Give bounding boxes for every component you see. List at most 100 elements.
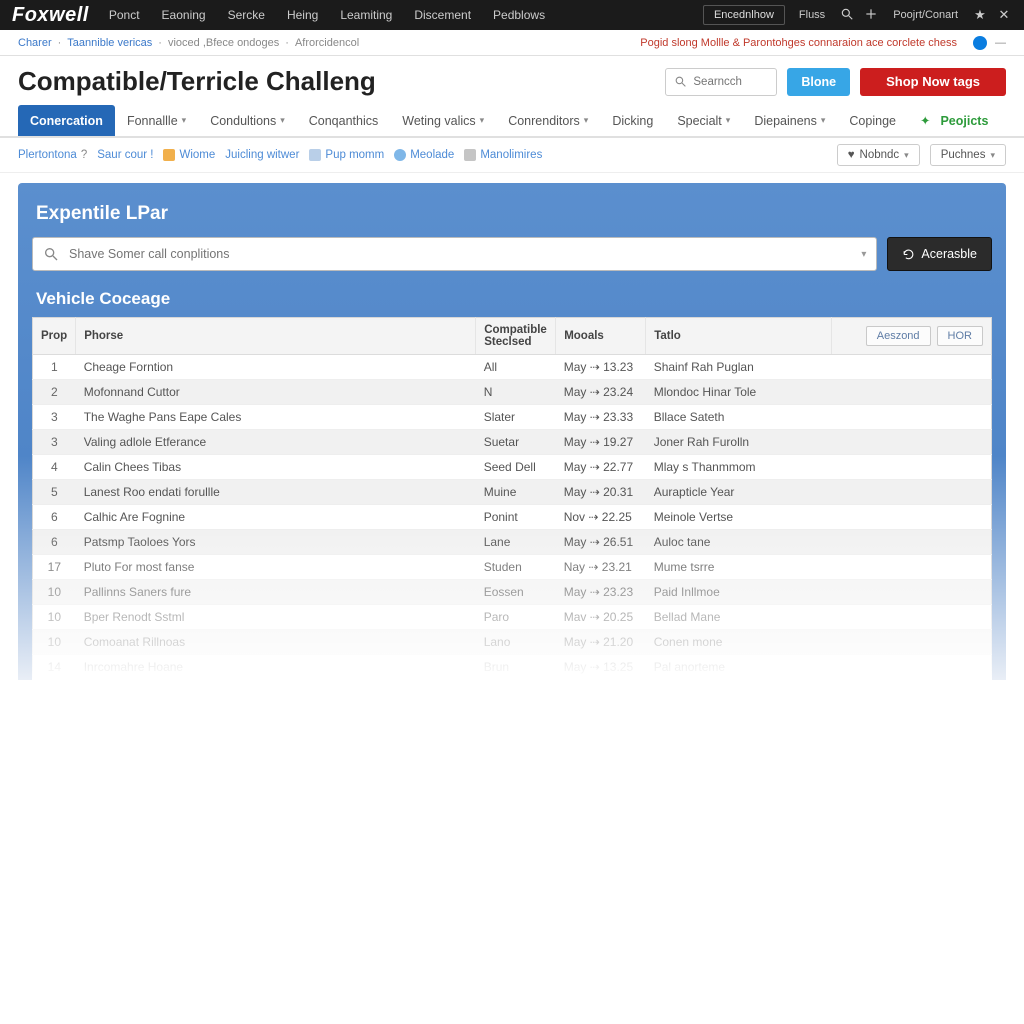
crumb[interactable]: Charer [18,37,52,49]
table-row[interactable]: 2Mofonnand CuttorNMay ⇢ 23.24Mlondoc Hin… [33,380,992,405]
star-icon[interactable]: ★ [972,7,988,23]
crumb[interactable]: Afrorcidencol [295,37,359,49]
top-action-button[interactable]: Encednlhow [703,5,785,25]
substrip-icons: — [973,36,1006,50]
dash-icon[interactable]: — [995,37,1006,49]
crumb-sep: · [285,37,289,49]
table-row[interactable]: 17Pluto For most fanseStudenNay ⇢ 23.21M… [33,555,992,580]
table-row[interactable]: 10Pallinns Saners fureEossenMay ⇢ 23.23P… [33,580,992,605]
th-compatible[interactable]: Compatible Steclsed [476,318,556,355]
table-row[interactable]: 14Inrcomahre HoaneBrunMay ⇢ 13.25Pal ano… [33,655,992,680]
table-row[interactable]: 10Comoanat RillnoasLanoMay ⇢ 21.20Conen … [33,630,992,655]
panel-search-row: ▾ Acerasble [32,237,992,271]
tab-active[interactable]: Conercation [18,105,115,136]
close-icon[interactable]: ✕ [996,7,1012,23]
cell-date: Nay ⇢ 23.21 [556,555,646,580]
cell-actions [832,555,992,580]
table-row[interactable]: 6Patsmp Taoloes YorsLaneMay ⇢ 26.51Auloc… [33,530,992,555]
header-blue-button[interactable]: Blone [787,68,850,96]
meta-dropdown[interactable]: ♥Nobndc▾ [837,144,920,166]
crumb[interactable]: Taannible vericas [67,37,152,49]
cell-name: Pluto For most fanse [76,555,476,580]
cell-title: Pal anorteme [646,655,832,680]
meta-row: Plertontona? Saur cour ! Wiome Juicling … [0,138,1024,173]
tab-item[interactable]: Conrenditors▾ [496,105,600,136]
panel-action-button[interactable]: Acerasble [887,237,992,271]
meta-link[interactable]: Pup momm [309,149,384,161]
cell-compatible: Lane [476,530,556,555]
plus-icon[interactable] [863,7,879,24]
chevron-down-icon: ▾ [821,115,826,126]
tab-item[interactable]: Copinge [837,105,908,136]
cell-compatible: Ponint [476,505,556,530]
topnav-item[interactable]: Leamiting [340,8,392,22]
tab-item[interactable]: Specialt▾ [665,105,742,136]
top-action-link[interactable]: Fluss [793,9,831,21]
topnav-item[interactable]: Heing [287,8,318,22]
top-right-label[interactable]: Poojrt/Conart [887,9,964,21]
meta-link[interactable]: Juicling witwer [225,149,299,161]
meta-link[interactable]: Wiome [163,149,215,161]
table-row[interactable]: 6Calhic Are FogninePonintNov ⇢ 22.25Mein… [33,505,992,530]
th-button[interactable]: HOR [937,326,983,346]
cell-name: Patsmp Taoloes Yors [76,530,476,555]
tab-item[interactable]: Dicking [600,105,665,136]
brand-logo: Foxwell [12,4,89,27]
cell-actions [832,530,992,555]
cell-date: May ⇢ 21.20 [556,630,646,655]
panel-search-input[interactable] [69,247,853,261]
cell-index: 6 [33,505,76,530]
cell-compatible: Muine [476,480,556,505]
topnav-item[interactable]: Discement [414,8,471,22]
meta-link[interactable]: Plertontona? [18,149,87,161]
topnav-item[interactable]: Eaoning [162,8,206,22]
chevron-down-icon[interactable]: ▾ [853,249,866,260]
tab-item[interactable]: Diepainens▾ [742,105,837,136]
topnav-item[interactable]: Sercke [228,8,265,22]
crumb-sep: · [58,37,62,49]
cell-name: The Waghe Pans Eape Cales [76,405,476,430]
panel-search[interactable]: ▾ [32,237,877,271]
header-search-input[interactable] [693,76,768,88]
table-row[interactable]: 4Calin Chees TibasSeed DellMay ⇢ 22.77Ml… [33,455,992,480]
th-button[interactable]: Aeszond [866,326,931,346]
cell-date: May ⇢ 26.51 [556,530,646,555]
shop-now-button[interactable]: Shop Now tags [860,68,1006,96]
cell-date: May ⇢ 20.31 [556,480,646,505]
table-row[interactable]: 5Lanest Roo endati forullleMuineMay ⇢ 20… [33,480,992,505]
table-row[interactable]: 1Cheage ForntionAllMay ⇢ 13.23Shainf Rah… [33,355,992,380]
meta-dropdown[interactable]: Puchnes▾ [930,144,1006,166]
cell-title: Shainf Rah Puglan [646,355,832,380]
table-row[interactable]: 10Bper Renodt SstmlParoMav ⇢ 20.25Bellad… [33,605,992,630]
tab-item[interactable]: Fonnallle▾ [115,105,198,136]
table-row[interactable]: 3Valing adlole EtferanceSuetarMay ⇢ 19.2… [33,430,992,455]
cell-actions [832,405,992,430]
cell-name: Inrcomahre Hoane [76,655,476,680]
header-search[interactable] [665,68,777,96]
chevron-down-icon: ▾ [182,115,187,126]
th-index[interactable]: Prop [33,318,76,355]
info-icon[interactable] [973,36,987,50]
tab-item[interactable]: Weting valics▾ [390,105,496,136]
topnav-item[interactable]: Ponct [109,8,140,22]
chevron-down-icon: ▾ [584,115,589,126]
meta-link[interactable]: Manolimires [464,149,542,161]
crumb[interactable]: vioced ,Bfece ondoges [168,37,279,49]
cell-title: Paid Inllmoe [646,580,832,605]
cell-actions [832,355,992,380]
th-title[interactable]: Tatlo [646,318,832,355]
meta-link[interactable]: Saur cour ! [97,149,153,161]
chevron-down-icon: ▾ [726,115,731,126]
globe-icon [394,149,406,161]
chevron-down-icon: ▾ [480,115,485,126]
th-name[interactable]: Phorse [76,318,476,355]
tab-item[interactable]: Conqanthics [297,105,391,136]
table-row[interactable]: 3The Waghe Pans Eape CalesSlaterMay ⇢ 23… [33,405,992,430]
th-models[interactable]: Mooals [556,318,646,355]
meta-link[interactable]: Meolade [394,149,454,161]
tab-item[interactable]: Condultions▾ [198,105,297,136]
cell-index: 10 [33,630,76,655]
search-icon[interactable] [839,7,855,24]
tab-item-green[interactable]: ✦Peojicts [908,105,1000,136]
topnav-item[interactable]: Pedblows [493,8,545,22]
